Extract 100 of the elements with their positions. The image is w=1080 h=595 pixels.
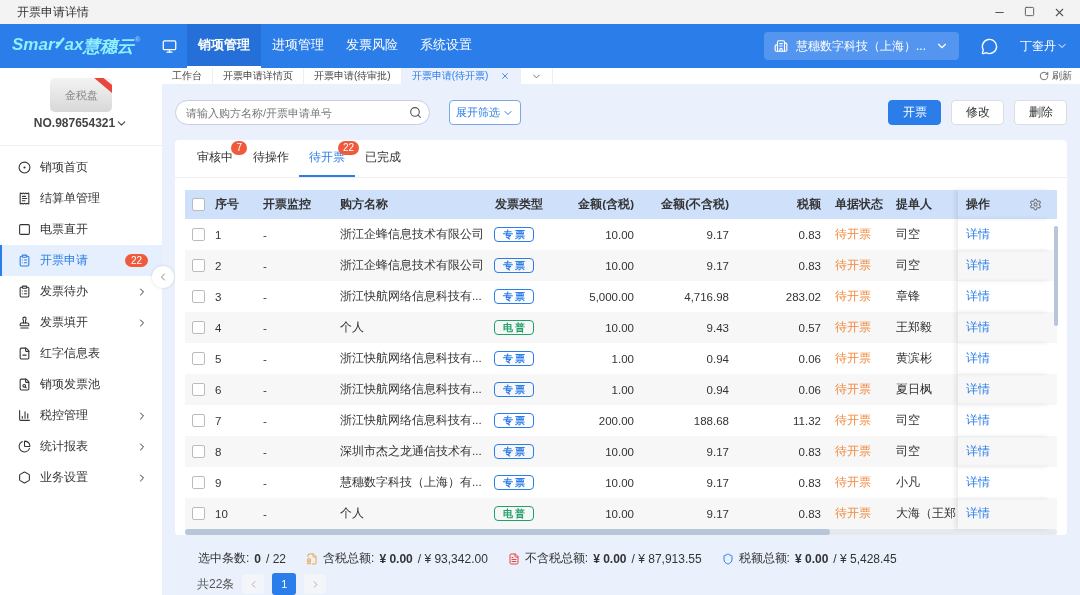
device-number[interactable]: NO.987654321: [33, 116, 129, 130]
nav-tab[interactable]: 系统设置: [409, 24, 483, 68]
table-cell-text: 0.57: [797, 321, 822, 334]
search-icon[interactable]: [409, 106, 422, 119]
column-header: 单据状态: [834, 197, 884, 212]
table-cell-text: 司空: [895, 227, 921, 242]
table-cell-text: 深圳市杰之龙通信技术有...: [339, 444, 483, 459]
table-cell-text: 个人: [339, 320, 365, 335]
invoice-type-tag: 专票: [494, 475, 534, 490]
status-text: 待开票: [834, 382, 872, 397]
details-link[interactable]: 详情: [966, 320, 990, 335]
nav-tab[interactable]: 发票风险: [335, 24, 409, 68]
sidebar-item[interactable]: 统计报表: [0, 431, 162, 462]
details-link[interactable]: 详情: [966, 475, 990, 490]
status-text: 待开票: [834, 475, 872, 490]
sidebar-item[interactable]: 销项发票池: [0, 369, 162, 400]
table-cell-text: -: [262, 290, 268, 303]
nav-tab[interactable]: 进项管理: [261, 24, 335, 68]
sidebar-item[interactable]: 发票填开: [0, 307, 162, 338]
invoice-type-tag: 专票: [494, 382, 534, 397]
row-checkbox[interactable]: [192, 507, 205, 520]
sidebar-item[interactable]: 开票申请 22: [0, 245, 162, 276]
tax-disk-label: 金税盘: [64, 87, 98, 103]
filter-button[interactable]: 展开筛选: [449, 100, 521, 125]
next-page-button[interactable]: [304, 574, 327, 594]
user-menu[interactable]: 丁奎丹: [1020, 37, 1068, 55]
action-button[interactable]: 修改: [951, 100, 1004, 125]
settings-icon[interactable]: [1029, 198, 1042, 211]
row-checkbox[interactable]: [192, 352, 205, 365]
details-link[interactable]: 详情: [966, 227, 990, 242]
row-checkbox[interactable]: [192, 228, 205, 241]
clipboard-icon: [18, 254, 31, 267]
action-button[interactable]: 开票: [888, 100, 941, 125]
invoice-type-tag: 专票: [494, 227, 534, 242]
close-icon[interactable]: [500, 71, 511, 81]
row-checkbox[interactable]: [192, 259, 205, 272]
table-cell-text: 10.00: [604, 445, 635, 458]
details-link[interactable]: 详情: [966, 413, 990, 428]
row-checkbox[interactable]: [192, 476, 205, 489]
status-text: 待开票: [834, 351, 872, 366]
column-header: 提单人: [895, 197, 933, 212]
details-link[interactable]: 详情: [966, 444, 990, 459]
invoice-type-tag: 专票: [494, 413, 534, 428]
page-tab[interactable]: 开票申请(待开票): [401, 68, 522, 84]
details-link[interactable]: 详情: [966, 258, 990, 273]
maximize-icon[interactable]: [1024, 5, 1035, 17]
table-cell-text: 10.00: [604, 228, 635, 241]
row-checkbox[interactable]: [192, 445, 205, 458]
refresh-button[interactable]: 刷新: [1039, 68, 1080, 84]
monitor-icon[interactable]: [162, 38, 177, 54]
action-button[interactable]: 删除: [1014, 100, 1067, 125]
table-cell-text: -: [262, 352, 268, 365]
table-cell-text: -: [262, 321, 268, 334]
page-button[interactable]: 1: [272, 573, 297, 595]
row-checkbox[interactable]: [192, 383, 205, 396]
count-badge: 22: [124, 254, 148, 267]
invoice-type-tag: 专票: [494, 258, 534, 273]
summary-total: / 22: [266, 551, 287, 566]
sidebar-item[interactable]: 税控管理: [0, 400, 162, 431]
select-all-checkbox[interactable]: [192, 198, 205, 211]
sidebar-item[interactable]: 结算单管理: [0, 183, 162, 214]
row-checkbox[interactable]: [192, 290, 205, 303]
table-cell-text: 黄滨彬: [895, 351, 933, 366]
table-cell-text: 0.83: [797, 476, 822, 489]
table-cell-text: -: [262, 445, 268, 458]
row-checkbox[interactable]: [192, 321, 205, 334]
table-cell-text: 283.02: [784, 290, 822, 303]
table-cell-text: 0.83: [797, 507, 822, 520]
company-selector[interactable]: 慧穗数字科技（上海）...: [764, 32, 959, 60]
details-link[interactable]: 详情: [966, 382, 990, 397]
table-cell-text: 浙江企蜂信息技术有限公司: [339, 227, 485, 242]
sidebar-item[interactable]: 电票直开: [0, 214, 162, 245]
collapse-button[interactable]: [152, 266, 174, 288]
previous-page-button[interactable]: [242, 574, 265, 594]
table-cell-text: -: [262, 228, 268, 241]
search-field[interactable]: 请输入购方名称/开票申请单号: [175, 100, 430, 125]
table-cell-text: 9: [214, 476, 223, 489]
status-text: 待开票: [834, 258, 872, 273]
row-checkbox[interactable]: [192, 414, 205, 427]
table-cell-text: 王郑毅: [895, 320, 933, 335]
sidebar-item[interactable]: 红字信息表: [0, 338, 162, 369]
pie-chart-icon: [18, 440, 31, 453]
details-link[interactable]: 详情: [966, 351, 990, 366]
sidebar-item[interactable]: 业务设置: [0, 462, 162, 493]
message-icon[interactable]: [981, 37, 998, 55]
details-link[interactable]: 详情: [966, 506, 990, 521]
details-link[interactable]: 详情: [966, 289, 990, 304]
count-badge: 7: [231, 141, 247, 155]
column-header: 序号: [214, 197, 240, 212]
sidebar-item[interactable]: 发票待办: [0, 276, 162, 307]
table-cell-text: 夏日枫: [895, 382, 933, 397]
sidebar-item[interactable]: 销项首页: [0, 152, 162, 183]
clipboard-icon: [18, 285, 31, 298]
table-cell-text: -: [262, 383, 268, 396]
nav-tab[interactable]: 销项管理: [187, 24, 261, 68]
summary-icon: [721, 552, 734, 565]
hexagon-icon: [18, 471, 31, 484]
summary-value: ¥ 0.00: [794, 551, 829, 566]
square-icon: [18, 223, 31, 236]
table-cell-text: -: [262, 476, 268, 489]
